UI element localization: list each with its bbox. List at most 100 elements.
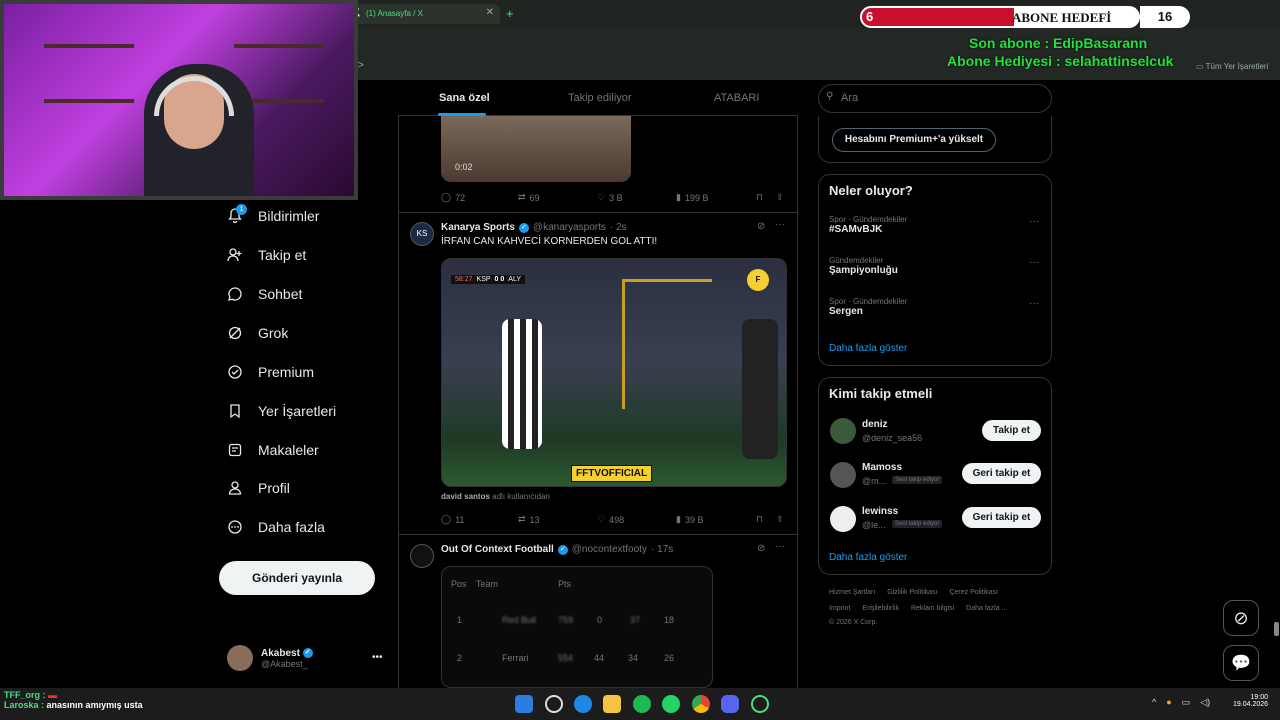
footer-terms[interactable]: Hizmet Şartları bbox=[829, 589, 875, 596]
tweet-more-icon[interactable]: ··· bbox=[775, 541, 785, 552]
tweet-video[interactable]: F bbox=[441, 258, 787, 487]
follow-back-button[interactable]: Geri takip et bbox=[962, 507, 1041, 528]
suggest-name[interactable]: lewinss bbox=[862, 506, 898, 517]
post-button[interactable]: Gönderi yayınla bbox=[219, 561, 375, 595]
nav-premium[interactable]: Premium bbox=[226, 363, 314, 381]
chat-user: Laroska : bbox=[4, 700, 45, 710]
like-count: 3 B bbox=[609, 192, 623, 203]
grok-float-button[interactable]: ⊘ bbox=[1223, 600, 1259, 636]
video-thumbnail[interactable] bbox=[441, 116, 631, 182]
search-icon[interactable] bbox=[545, 695, 563, 713]
all-bookmarks-label: Tüm Yer İşaretleri bbox=[1205, 62, 1269, 71]
avatar[interactable] bbox=[830, 462, 856, 488]
tab-atabari[interactable]: ATABARI bbox=[714, 92, 759, 104]
tweet-author[interactable]: Out Of Context Football bbox=[441, 544, 554, 555]
nav-label: Bildirimler bbox=[258, 208, 320, 224]
nav-more[interactable]: Daha fazla bbox=[226, 518, 325, 536]
retweet-button[interactable]: ⇄ 13 bbox=[518, 514, 540, 525]
browser-tab[interactable]: 𝕏 (1) Anasayfa / X ✕ bbox=[350, 4, 500, 24]
edge-icon[interactable] bbox=[574, 695, 592, 713]
tweet-handle[interactable]: @kanaryasports bbox=[533, 222, 606, 233]
nav-articles[interactable]: Makaleler bbox=[226, 441, 319, 459]
avatar[interactable] bbox=[830, 418, 856, 444]
taskbar-clock[interactable]: 19:00 19.04.2026 bbox=[1233, 694, 1268, 708]
bookmark-tweet-icon[interactable]: ⊓ bbox=[756, 192, 763, 203]
like-button[interactable]: ♡ 498 bbox=[597, 514, 624, 525]
footer-more[interactable]: Daha fazla ... bbox=[966, 605, 1007, 612]
trends-show-more[interactable]: Daha fazla göster bbox=[829, 343, 907, 354]
nav-chat[interactable]: Sohbet bbox=[226, 285, 302, 303]
suggest-name[interactable]: deniz bbox=[862, 419, 888, 430]
trend-more-icon[interactable]: ··· bbox=[1029, 257, 1039, 268]
grok-icon[interactable]: ⊘ bbox=[757, 221, 765, 232]
nav-profile[interactable]: Profil bbox=[226, 479, 290, 497]
footer-imprint[interactable]: Imprint bbox=[829, 605, 850, 612]
tweet-time[interactable]: · 17s bbox=[651, 544, 673, 555]
search-input[interactable]: Ara bbox=[818, 84, 1052, 113]
tweet-more-icon[interactable]: ··· bbox=[775, 219, 785, 230]
tweet-image-table[interactable]: Pos Team Pts 1 Red Bull 759 0 37 18 2 Fe… bbox=[441, 566, 713, 688]
nav-follow[interactable]: Takip et bbox=[226, 246, 306, 264]
volume-icon[interactable]: ◁) bbox=[1200, 697, 1210, 708]
reply-button[interactable]: ◯ 11 bbox=[441, 514, 464, 525]
who-show-more[interactable]: Daha fazla göster bbox=[829, 552, 907, 563]
account-switcher[interactable]: Akabest ✓ @Akabest_ bbox=[227, 645, 313, 671]
avatar[interactable]: KS bbox=[410, 222, 434, 246]
grok-icon[interactable]: ⊘ bbox=[757, 543, 765, 554]
app-icon[interactable] bbox=[751, 695, 769, 713]
sidebar-toggle-icon[interactable]: > bbox=[358, 60, 364, 71]
file-explorer-icon[interactable] bbox=[603, 695, 621, 713]
tab-for-you[interactable]: Sana özel bbox=[439, 92, 490, 104]
source-user[interactable]: david santos bbox=[441, 492, 490, 501]
messages-float-button[interactable]: 💬 bbox=[1223, 645, 1259, 681]
scrollbar[interactable] bbox=[1274, 622, 1279, 636]
spotify-icon[interactable] bbox=[633, 695, 651, 713]
suggest-name[interactable]: Mamoss bbox=[862, 462, 902, 473]
bookmark-tweet-icon[interactable]: ⊓ bbox=[756, 514, 763, 525]
share-icon[interactable]: ⇪ bbox=[776, 192, 784, 203]
close-tab-icon[interactable]: ✕ bbox=[486, 7, 494, 18]
chevron-up-icon[interactable]: ^ bbox=[1152, 697, 1156, 708]
network-icon[interactable]: ▭ bbox=[1182, 697, 1191, 708]
verified-icon: ✓ bbox=[518, 222, 529, 233]
tab-following[interactable]: Takip ediliyor bbox=[568, 92, 632, 104]
view-count: 39 B bbox=[684, 514, 704, 525]
tweet-author[interactable]: Kanarya Sports bbox=[441, 222, 515, 233]
trend-more-icon[interactable]: ··· bbox=[1029, 298, 1039, 309]
channel-logo-icon: F bbox=[747, 269, 769, 291]
tweet-handle[interactable]: @nocontextfooty bbox=[572, 544, 647, 555]
new-tab-button[interactable]: + bbox=[506, 6, 514, 21]
discord-icon[interactable] bbox=[721, 695, 739, 713]
chrome-icon[interactable] bbox=[692, 695, 710, 713]
footer-cookies[interactable]: Çerez Politikası bbox=[949, 589, 998, 596]
heart-icon: ♡ bbox=[597, 192, 606, 202]
follow-button[interactable]: Takip et bbox=[982, 420, 1041, 441]
retweet-button[interactable]: ⇄ 69 bbox=[518, 192, 540, 203]
premium-upgrade-button[interactable]: Hesabını Premium+'a yükselt bbox=[832, 128, 996, 152]
tweet-time[interactable]: · 2s bbox=[610, 222, 627, 233]
trend-item[interactable]: Spor · Gündemdekiler #SAMvBJK bbox=[829, 215, 907, 235]
views-button[interactable]: ▮ 39 B bbox=[676, 514, 703, 525]
trend-more-icon[interactable]: ··· bbox=[1029, 216, 1039, 227]
whatsapp-icon[interactable] bbox=[662, 695, 680, 713]
views-button[interactable]: ▮ 199 B bbox=[676, 192, 708, 203]
trend-item[interactable]: Spor · Gündemdekiler Sergen bbox=[829, 297, 907, 317]
reply-button[interactable]: ◯ 72 bbox=[441, 192, 465, 203]
avatar[interactable] bbox=[410, 544, 434, 568]
account-more-icon[interactable]: ••• bbox=[372, 652, 383, 663]
footer-accessibility[interactable]: Erişilebilirlik bbox=[862, 605, 899, 612]
avatar[interactable] bbox=[830, 506, 856, 532]
system-tray[interactable]: ^ ● ▭ ◁) bbox=[1152, 697, 1210, 708]
trend-item[interactable]: Gündemdekiler Şampiyonluğu bbox=[829, 256, 898, 276]
mic-icon[interactable]: ● bbox=[1166, 697, 1171, 708]
like-button[interactable]: ♡ 3 B bbox=[597, 192, 623, 203]
footer-privacy[interactable]: Gizlilik Politikası bbox=[887, 589, 937, 596]
nav-bookmarks[interactable]: Yer İşaretleri bbox=[226, 402, 336, 420]
start-icon[interactable] bbox=[515, 695, 533, 713]
nav-grok[interactable]: Grok bbox=[226, 324, 288, 342]
retweet-icon: ⇄ bbox=[518, 192, 526, 202]
footer-ads-info[interactable]: Reklam bilgisi bbox=[911, 605, 954, 612]
follow-back-button[interactable]: Geri takip et bbox=[962, 463, 1041, 484]
all-bookmarks-link[interactable]: ▭ Tüm Yer İşaretleri bbox=[1196, 62, 1268, 71]
share-icon[interactable]: ⇪ bbox=[776, 514, 784, 525]
